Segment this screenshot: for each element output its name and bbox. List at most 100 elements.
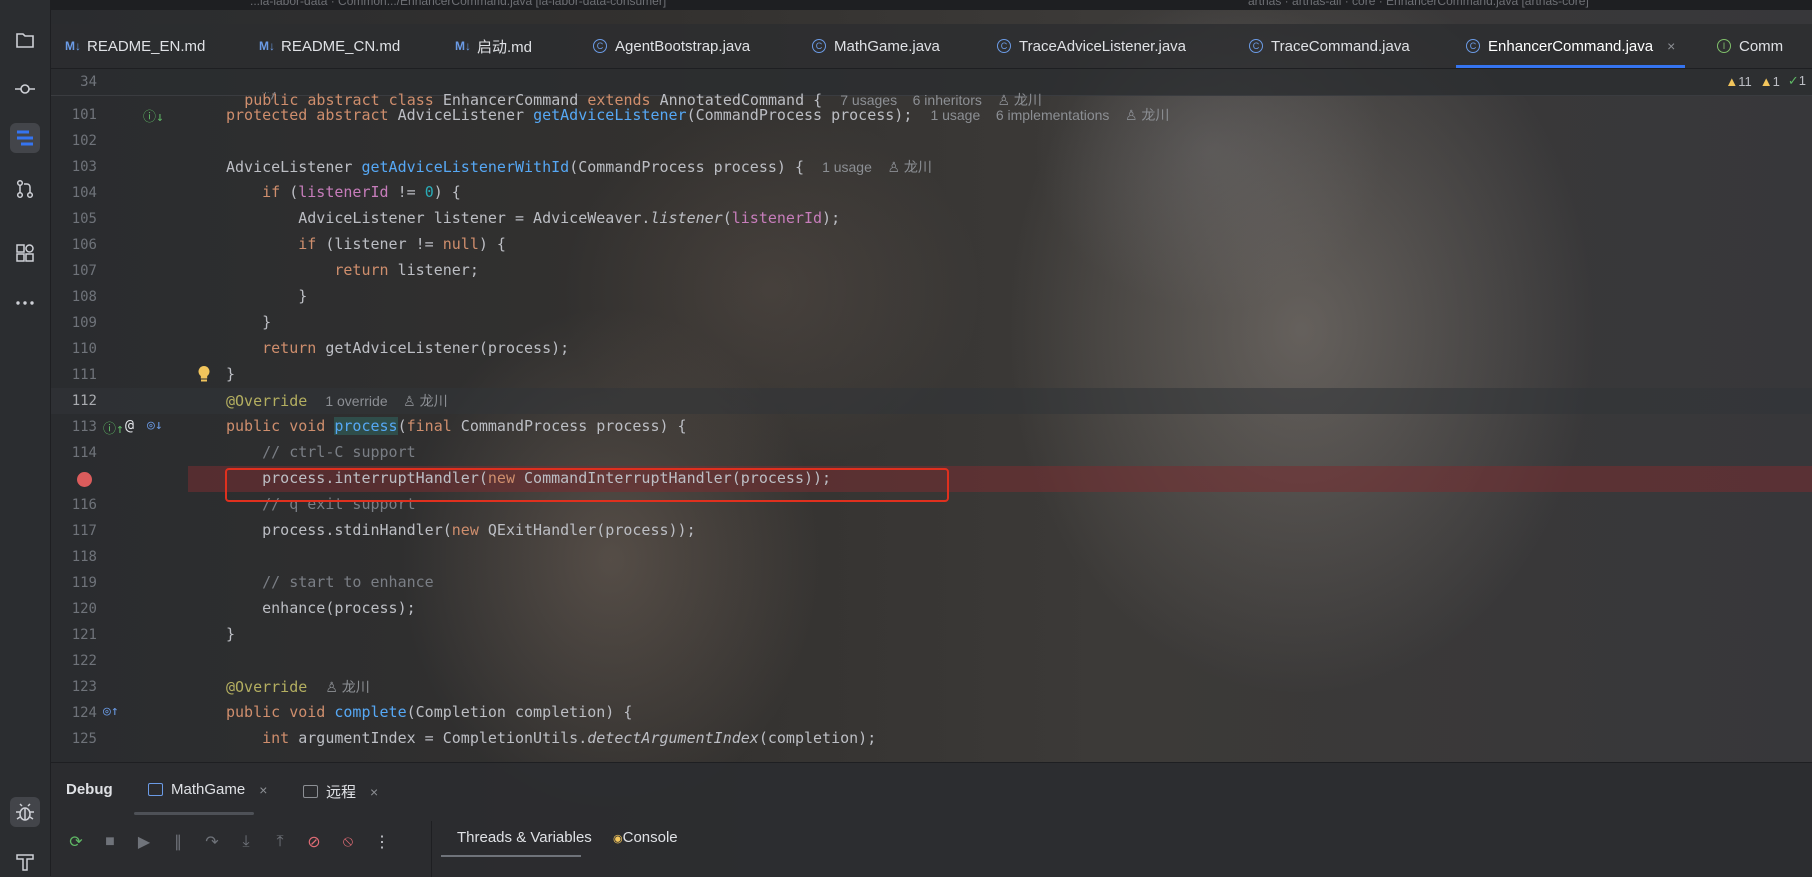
code-line-114: 114 // ctrl-C support bbox=[51, 440, 1812, 466]
line-number: 105 bbox=[71, 211, 97, 227]
ok-count: ✓1 bbox=[1787, 73, 1806, 88]
mute-breakpoints-icon[interactable]: ⦸ bbox=[335, 829, 361, 855]
check-icon: ✓ bbox=[1787, 73, 1799, 88]
weak-warning-count: ▲1 bbox=[1759, 73, 1780, 89]
view-breakpoints-icon[interactable]: ⊘ bbox=[301, 829, 327, 855]
tab-readme-en[interactable]: M↓ README_EN.md bbox=[65, 24, 205, 68]
line-number: 114 bbox=[71, 445, 97, 461]
overrides-icon[interactable]: ◎↑ bbox=[103, 704, 119, 719]
class-icon: C bbox=[812, 39, 826, 53]
console-icon: ◉ bbox=[613, 833, 623, 845]
inspection-widget[interactable]: ▲11 ▲1 ✓1 bbox=[1725, 73, 1806, 89]
interface-icon: I bbox=[1717, 39, 1731, 53]
markdown-icon: M↓ bbox=[65, 39, 81, 53]
code-line-120: 120 enhance(process); bbox=[51, 596, 1812, 622]
code-line-102: 102 bbox=[51, 128, 1812, 154]
tab-readme-cn[interactable]: M↓ README_CN.md bbox=[259, 24, 400, 68]
implementing-icon[interactable]: ⓘ↑ bbox=[103, 418, 124, 437]
more-actions-icon[interactable]: ⋮ bbox=[369, 829, 395, 855]
lightbulb-icon[interactable] bbox=[196, 365, 212, 383]
window-path-right: arthas · arthas-all · core · EnhancerCom… bbox=[1248, 0, 1589, 8]
class-icon: C bbox=[1466, 39, 1480, 53]
line-number: 104 bbox=[71, 185, 97, 201]
pause-icon[interactable]: ∥ bbox=[165, 829, 191, 855]
line-number: 108 bbox=[71, 289, 97, 305]
code-line-104: 104 if (listenerId != 0) { bbox=[51, 180, 1812, 206]
tab-label: 启动.md bbox=[477, 38, 533, 56]
at-annotation-icon[interactable]: @ bbox=[125, 416, 134, 434]
tab-label: README_EN.md bbox=[87, 37, 206, 55]
line-number: 121 bbox=[71, 627, 97, 643]
tab-label: Comm bbox=[1739, 37, 1784, 55]
code-line-113: 113 ⓘ↑ @ ◎↓ public void process(final Co… bbox=[51, 414, 1812, 440]
step-into-icon[interactable]: ⤓ bbox=[233, 829, 259, 855]
markdown-icon: M↓ bbox=[259, 39, 275, 53]
line-number: 118 bbox=[71, 549, 97, 565]
build-icon[interactable] bbox=[10, 847, 40, 877]
code-line-105: 105 AdviceListener listener = AdviceWeav… bbox=[51, 206, 1812, 232]
tab-label: TraceCommand.java bbox=[1271, 37, 1410, 55]
tab-trace-command[interactable]: C TraceCommand.java bbox=[1249, 24, 1410, 68]
step-out-icon[interactable]: ⤒ bbox=[267, 829, 293, 855]
line-number: 107 bbox=[71, 263, 97, 279]
stop-icon[interactable]: ■ bbox=[97, 829, 123, 855]
tab-threads-variables[interactable]: Threads & Variables bbox=[457, 829, 592, 846]
implemented-icon[interactable]: ⓘ↓ bbox=[143, 106, 164, 125]
code-line-111: 111 } bbox=[51, 362, 1812, 388]
resume-icon[interactable]: ▶ bbox=[131, 829, 157, 855]
inlay-hints[interactable]: 1 usage 6 implementations ♙ 龙川 bbox=[930, 107, 1169, 123]
code-line-118: 118 bbox=[51, 544, 1812, 570]
project-icon[interactable] bbox=[10, 25, 40, 55]
tab-trace-advice-listener[interactable]: C TraceAdviceListener.java bbox=[997, 24, 1186, 68]
tab-enhancer-command[interactable]: C EnhancerCommand.java × bbox=[1456, 24, 1686, 68]
step-over-icon[interactable]: ↷ bbox=[199, 829, 225, 855]
tab-label: EnhancerCommand.java bbox=[1488, 37, 1654, 55]
close-icon[interactable]: × bbox=[1667, 38, 1675, 54]
tab-qidong[interactable]: M↓ 启动.md bbox=[455, 24, 532, 68]
code-line-101: 101 ⓘ↓ protected abstract AdviceListener… bbox=[51, 102, 1812, 128]
rerun-icon[interactable]: ⟳ bbox=[63, 829, 89, 855]
structure-icon[interactable] bbox=[10, 123, 40, 153]
line-number: 113 bbox=[71, 419, 97, 435]
code-line-112: 112 @Override 1 override ♙ 龙川 bbox=[51, 388, 1812, 414]
tab-label: MathGame.java bbox=[834, 37, 940, 55]
code-line-107: 107 return listener; bbox=[51, 258, 1812, 284]
line-number: 122 bbox=[71, 653, 97, 669]
code-line-125: 125 int argumentIndex = CompletionUtils.… bbox=[51, 726, 1812, 752]
debug-tab-remote[interactable]: 远程 × bbox=[303, 781, 378, 802]
more-icon[interactable] bbox=[10, 288, 40, 318]
tab-console[interactable]: ◉Console bbox=[613, 829, 678, 846]
markdown-icon: M↓ bbox=[455, 39, 471, 53]
code-line-123: 123 @Override ♙ 龙川 bbox=[51, 674, 1812, 700]
breakpoint-icon[interactable] bbox=[77, 472, 92, 487]
warning-icon: ▲ bbox=[1725, 73, 1739, 89]
window-path-left: ...la-labor-data · Common.../EnhancerCom… bbox=[250, 0, 667, 8]
tool-window-strip bbox=[0, 0, 51, 876]
code-editor[interactable]: 34 public abstract class EnhancerCommand… bbox=[51, 69, 1812, 761]
plugins-icon[interactable] bbox=[10, 238, 40, 268]
code-line-106: 106 if (listener != null) { bbox=[51, 232, 1812, 258]
commit-icon[interactable] bbox=[10, 74, 40, 104]
close-icon[interactable]: × bbox=[370, 784, 378, 800]
weak-warning-icon: ▲ bbox=[1759, 73, 1773, 89]
debug-icon[interactable] bbox=[10, 797, 40, 827]
code-line-121: 121 } bbox=[51, 622, 1812, 648]
debug-toolbar: ⟳ ■ ▶ ∥ ↷ ⤓ ⤒ ⊘ ⦸ ⋮ bbox=[63, 827, 395, 857]
line-number: 34 bbox=[80, 74, 97, 90]
window-title-strip: ...la-labor-data · Common.../EnhancerCom… bbox=[0, 0, 1812, 10]
tab-mathgame[interactable]: C MathGame.java bbox=[812, 24, 940, 68]
tab-agent-bootstrap[interactable]: C AgentBootstrap.java bbox=[593, 24, 750, 68]
debug-tab-label: MathGame bbox=[171, 781, 246, 798]
inlay-hints[interactable]: 1 override ♙ 龙川 bbox=[325, 393, 447, 409]
pull-requests-icon[interactable] bbox=[10, 174, 40, 204]
code-line-122: 122 bbox=[51, 648, 1812, 674]
code-line-117: 117 process.stdinHandler(new QExitHandle… bbox=[51, 518, 1812, 544]
inlay-hints[interactable]: 1 usage ♙ 龙川 bbox=[822, 159, 932, 175]
line-number: 110 bbox=[71, 341, 97, 357]
tab-comm[interactable]: I Comm bbox=[1717, 24, 1783, 68]
close-icon[interactable]: × bbox=[259, 782, 267, 798]
inlay-hints[interactable]: ♙ 龙川 bbox=[325, 679, 369, 695]
debug-tab-mathgame[interactable]: MathGame × bbox=[148, 781, 267, 798]
line-number: 103 bbox=[71, 159, 97, 175]
overridden-icon[interactable]: ◎↓ bbox=[147, 418, 163, 433]
